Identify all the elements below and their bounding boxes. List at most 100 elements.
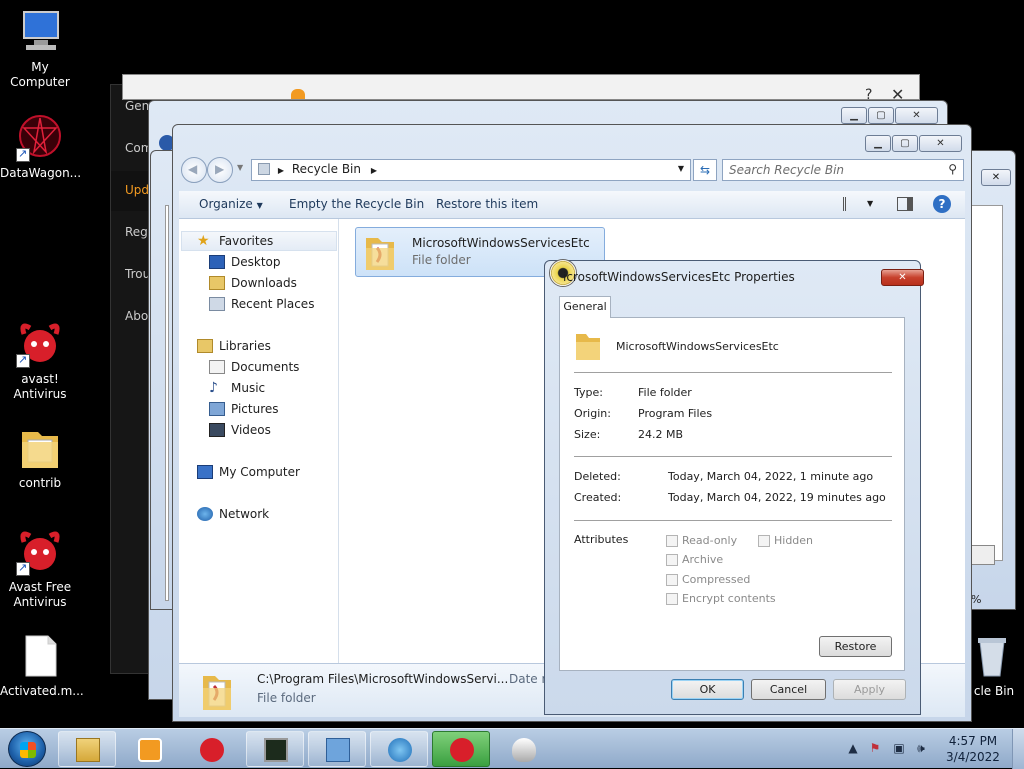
taskbar-task-manager[interactable] bbox=[246, 731, 304, 767]
desktop-icon-avast-free[interactable]: Avast Free Antivirus bbox=[0, 528, 80, 610]
back-button[interactable]: ◀ bbox=[181, 157, 207, 183]
properties-dialog[interactable]: icrosoftWindowsServicesEtc Properties ✕ … bbox=[544, 259, 924, 715]
restore-button[interactable]: Restore bbox=[819, 636, 892, 657]
dialog-title: icrosoftWindowsServicesEtc Properties bbox=[563, 270, 795, 284]
percent-label: % bbox=[971, 593, 982, 606]
ok-button[interactable]: OK bbox=[671, 679, 744, 700]
downloads-icon bbox=[209, 276, 225, 290]
help-icon[interactable]: ? bbox=[933, 195, 951, 213]
clock-date: 3/4/2022 bbox=[946, 750, 1000, 764]
cancel-button[interactable]: Cancel bbox=[751, 679, 826, 700]
tab-general[interactable]: General bbox=[559, 296, 611, 318]
recycle-bin-icon bbox=[968, 632, 1016, 680]
command-bar: Organize ▼ Empty the Recycle Bin Restore… bbox=[179, 191, 965, 219]
mouse-icon bbox=[512, 738, 536, 762]
maximize-button[interactable]: ▢ bbox=[892, 135, 918, 152]
folder-name: MicrosoftWindowsServicesEtc bbox=[616, 340, 779, 353]
network-tray-icon[interactable]: ▣ bbox=[892, 741, 906, 755]
hidden-checkbox[interactable]: Hidden bbox=[758, 534, 813, 547]
minimize-button[interactable]: ▁ bbox=[865, 135, 891, 152]
start-button[interactable] bbox=[8, 731, 46, 767]
menu-item-update[interactable]: Upd bbox=[125, 183, 149, 197]
music-icon: ♪ bbox=[209, 380, 218, 396]
nav-network[interactable]: Network bbox=[197, 507, 269, 521]
desktop-icon-contrib[interactable]: contrib bbox=[0, 424, 80, 491]
breadcrumb-arrow-icon[interactable]: ▶ bbox=[278, 166, 284, 175]
desktop-icon-my-computer[interactable]: My Computer bbox=[0, 8, 80, 90]
created-label: Created: bbox=[574, 491, 622, 504]
menu-item-general[interactable]: Gen bbox=[125, 99, 149, 113]
nav-music[interactable]: ♪ Music bbox=[209, 381, 265, 395]
refresh-button[interactable]: ⇆ bbox=[693, 159, 717, 181]
recent-places-icon bbox=[209, 297, 225, 311]
breadcrumb-arrow-icon[interactable]: ▶ bbox=[371, 166, 377, 175]
chevron-down-icon[interactable]: ▼ bbox=[867, 199, 873, 208]
divider bbox=[574, 456, 892, 457]
nav-videos[interactable]: Videos bbox=[209, 423, 271, 437]
clock[interactable]: 4:57 PM 3/4/2022 bbox=[940, 733, 1006, 765]
nav-documents[interactable]: Documents bbox=[209, 360, 299, 374]
desktop-icon-activated[interactable]: Activated.m... bbox=[0, 632, 84, 699]
navigation-pane: ★ Favorites Desktop Downloads Recent Plac… bbox=[179, 219, 339, 663]
breadcrumb-recycle-bin[interactable]: Recycle Bin bbox=[292, 162, 361, 176]
preview-pane-icon[interactable] bbox=[897, 197, 913, 211]
encrypt-checkbox[interactable]: Encrypt contents bbox=[666, 592, 776, 605]
compressed-checkbox[interactable]: Compressed bbox=[666, 573, 750, 586]
avast-titlebar: ? ✕ bbox=[122, 74, 920, 104]
view-options-icon[interactable] bbox=[843, 197, 859, 211]
nav-downloads[interactable]: Downloads bbox=[209, 276, 297, 290]
empty-recycle-bin-button[interactable]: Empty the Recycle Bin bbox=[289, 197, 424, 211]
apply-button[interactable]: Apply bbox=[833, 679, 906, 700]
maximize-button[interactable]: ▢ bbox=[868, 107, 894, 124]
folder-icon bbox=[16, 424, 64, 472]
nav-favorites[interactable]: ★ Favorites bbox=[197, 234, 273, 248]
desktop-icon-label: Activated.m... bbox=[0, 684, 84, 698]
videos-icon bbox=[209, 423, 225, 437]
menu-item-troubleshooting[interactable]: Trou bbox=[125, 267, 150, 281]
action-center-flag-icon[interactable]: ⚑ bbox=[868, 741, 882, 755]
windows-update-icon bbox=[388, 738, 412, 762]
computer-icon bbox=[197, 465, 213, 479]
task-manager-icon bbox=[264, 738, 288, 762]
search-input[interactable]: Search Recycle Bin ⚲ bbox=[722, 159, 964, 181]
taskbar-media-player[interactable] bbox=[120, 731, 178, 767]
address-bar[interactable]: ▶ Recycle Bin ▶ ▼ bbox=[251, 159, 691, 181]
readonly-checkbox[interactable]: Read-only bbox=[666, 534, 737, 547]
close-button[interactable]: ✕ bbox=[919, 135, 962, 152]
minimize-button[interactable]: ▁ bbox=[841, 107, 867, 124]
avast-logo-icon bbox=[291, 89, 305, 99]
desktop-icon-datawagon[interactable]: DataWagon... bbox=[0, 114, 81, 181]
nav-desktop[interactable]: Desktop bbox=[209, 255, 281, 269]
recent-pages-dropdown-icon[interactable]: ▼ bbox=[237, 163, 243, 172]
type-label: Type: bbox=[574, 386, 603, 399]
desktop-icon-avast[interactable]: avast! Antivirus bbox=[0, 320, 80, 402]
taskbar-windows-update[interactable] bbox=[370, 731, 428, 767]
taskbar-mouse[interactable] bbox=[494, 731, 552, 767]
details-type: File folder bbox=[257, 691, 316, 705]
search-icon[interactable]: ⚲ bbox=[948, 162, 957, 176]
nav-pictures[interactable]: Pictures bbox=[209, 402, 279, 416]
taskbar-avast-active[interactable] bbox=[432, 731, 490, 767]
show-desktop-button[interactable] bbox=[1012, 729, 1024, 769]
control-panel-icon bbox=[326, 738, 350, 762]
organize-button[interactable]: Organize ▼ bbox=[199, 197, 263, 211]
menu-item-about[interactable]: Abo bbox=[125, 309, 148, 323]
restore-item-button[interactable]: Restore this item bbox=[436, 197, 538, 211]
tray-chevron-icon[interactable]: ▲ bbox=[846, 741, 860, 755]
archive-checkbox[interactable]: Archive bbox=[666, 553, 723, 566]
close-button[interactable]: ✕ bbox=[881, 269, 924, 286]
desktop-icon bbox=[209, 255, 225, 269]
close-button[interactable]: ✕ bbox=[895, 107, 938, 124]
nav-libraries[interactable]: Libraries bbox=[197, 339, 271, 353]
deleted-value: Today, March 04, 2022, 1 minute ago bbox=[668, 470, 874, 483]
taskbar-explorer[interactable] bbox=[58, 731, 116, 767]
forward-button[interactable]: ▶ bbox=[207, 157, 233, 183]
taskbar-control-panel[interactable] bbox=[308, 731, 366, 767]
volume-icon[interactable]: 🕪 bbox=[914, 741, 928, 755]
taskbar-avast[interactable] bbox=[182, 731, 240, 767]
nav-recent-places[interactable]: Recent Places bbox=[209, 297, 314, 311]
nav-my-computer[interactable]: My Computer bbox=[197, 465, 300, 479]
chevron-down-icon: ▼ bbox=[256, 201, 263, 210]
close-button[interactable]: ✕ bbox=[981, 169, 1011, 186]
address-dropdown-icon[interactable]: ▼ bbox=[678, 164, 684, 173]
